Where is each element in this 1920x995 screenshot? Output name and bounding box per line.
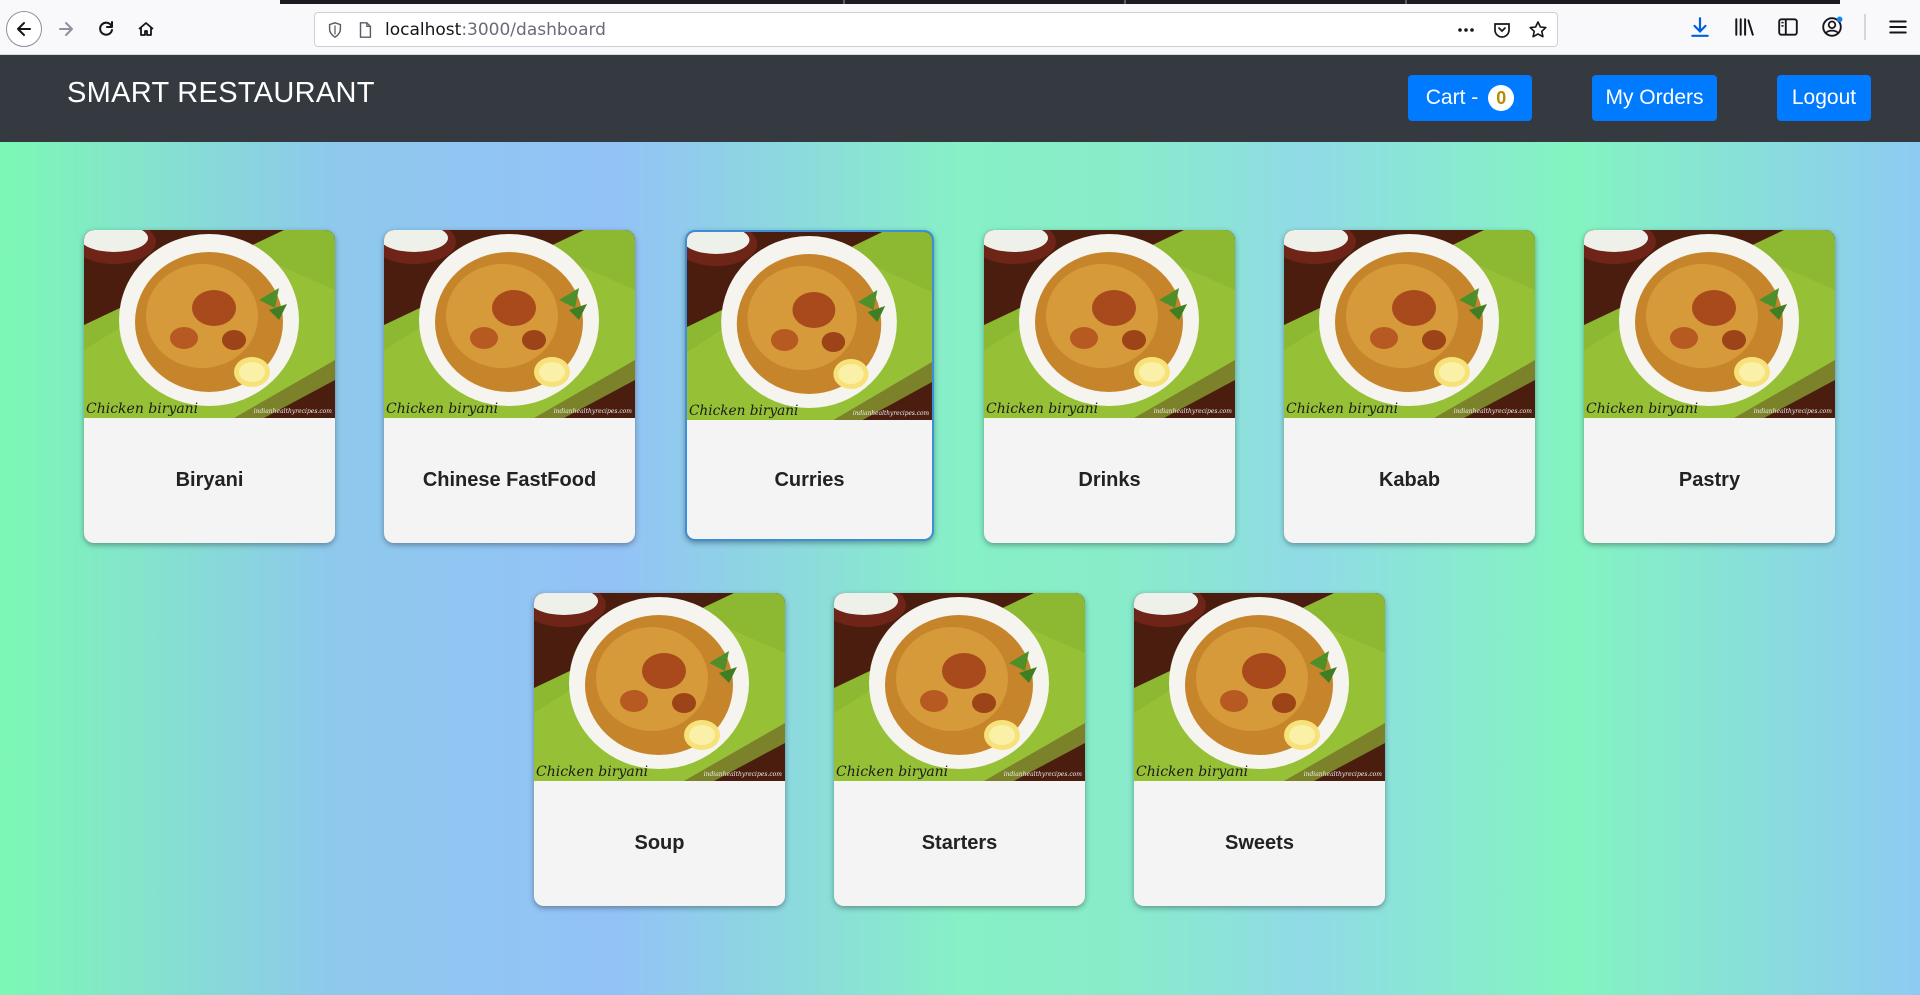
category-title: Chinese FastFood	[422, 469, 597, 491]
category-card-sweets[interactable]: Chicken biryani indianhealthyrecipes.com …	[1134, 593, 1385, 906]
back-button[interactable]	[6, 11, 42, 47]
image-caption: Chicken biryani	[689, 403, 798, 419]
cart-label: Cart -	[1425, 86, 1479, 109]
image-caption: Chicken biryani	[836, 764, 948, 780]
category-card-starters[interactable]: Chicken biryani indianhealthyrecipes.com …	[834, 593, 1085, 906]
category-image: Chicken biryani indianhealthyrecipes.com	[534, 593, 785, 781]
category-title: Starters	[921, 832, 998, 854]
biryani-photo: Chicken biryani indianhealthyrecipes.com	[834, 593, 1085, 781]
forward-button[interactable]	[48, 11, 84, 47]
image-caption: Chicken biryani	[1586, 401, 1698, 417]
biryani-photo: Chicken biryani indianhealthyrecipes.com	[534, 593, 785, 781]
category-card-chinese-fastfood[interactable]: Chicken biryani indianhealthyrecipes.com …	[384, 230, 635, 543]
category-image: Chicken biryani indianhealthyrecipes.com	[1134, 593, 1385, 781]
cart-count-badge: 0	[1488, 85, 1515, 111]
category-title: Sweets	[1225, 832, 1294, 854]
image-credit: indianhealthyrecipes.com	[1004, 771, 1083, 778]
home-icon	[138, 22, 154, 36]
tab-separator	[1405, 0, 1407, 4]
account-icon[interactable]	[1820, 15, 1844, 39]
cart-button[interactable]: Cart - 0	[1408, 75, 1532, 121]
image-credit: indianhealthyrecipes.com	[1454, 408, 1533, 415]
browser-toolbar: localhost:3000/dashboard	[0, 0, 1920, 55]
url-bar[interactable]: localhost:3000/dashboard	[314, 12, 1558, 47]
biryani-photo: Chicken biryani indianhealthyrecipes.com	[687, 232, 932, 420]
category-card-biryani[interactable]: Chicken biryani indianhealthyrecipes.com …	[84, 230, 335, 543]
category-image: Chicken biryani indianhealthyrecipes.com	[84, 230, 335, 418]
back-arrow-icon	[17, 22, 31, 36]
image-credit: indianhealthyrecipes.com	[853, 411, 930, 417]
app-navbar: SMART RESTAURANT Cart - 0 My Orders Logo…	[0, 55, 1920, 142]
category-image: Chicken biryani indianhealthyrecipes.com	[384, 230, 635, 418]
category-card-soup[interactable]: Chicken biryani indianhealthyrecipes.com …	[534, 593, 785, 906]
tab-strip	[280, 0, 1840, 4]
image-credit: indianhealthyrecipes.com	[254, 408, 333, 415]
category-image: Chicken biryani indianhealthyrecipes.com	[687, 232, 932, 420]
category-title: Curries	[774, 469, 845, 491]
biryani-photo: Chicken biryani indianhealthyrecipes.com	[1584, 230, 1835, 418]
pocket-icon[interactable]	[1491, 19, 1513, 41]
more-dots-icon[interactable]	[1455, 19, 1477, 41]
image-credit: indianhealthyrecipes.com	[554, 408, 633, 415]
reload-icon	[99, 21, 113, 36]
category-card-kabab[interactable]: Chicken biryani indianhealthyrecipes.com …	[1284, 230, 1535, 543]
tracking-shield-icon[interactable]	[325, 20, 345, 40]
category-card-curries[interactable]: Chicken biryani indianhealthyrecipes.com …	[685, 230, 934, 541]
tab-separator	[843, 0, 845, 4]
biryani-photo: Chicken biryani indianhealthyrecipes.com	[984, 230, 1235, 418]
image-credit: indianhealthyrecipes.com	[1754, 408, 1833, 415]
biryani-photo: Chicken biryani indianhealthyrecipes.com	[1134, 593, 1385, 781]
image-caption: Chicken biryani	[1136, 764, 1248, 780]
image-caption: Chicken biryani	[986, 401, 1098, 417]
image-caption: Chicken biryani	[386, 401, 498, 417]
toolbar-separator	[1864, 14, 1866, 40]
page-icon	[355, 20, 375, 40]
category-image: Chicken biryani indianhealthyrecipes.com	[1584, 230, 1835, 418]
image-caption: Chicken biryani	[536, 764, 648, 780]
url-text[interactable]: localhost:3000/dashboard	[385, 20, 606, 40]
category-title: Pastry	[1678, 469, 1741, 491]
logout-button[interactable]: Logout	[1777, 75, 1871, 121]
tab-separator	[1124, 0, 1126, 4]
my-orders-button[interactable]: My Orders	[1592, 75, 1717, 121]
category-grid: Chicken biryani indianhealthyrecipes.com …	[0, 142, 1920, 995]
category-title: Kabab	[1378, 469, 1441, 491]
image-caption: Chicken biryani	[1286, 401, 1398, 417]
biryani-photo: Chicken biryani indianhealthyrecipes.com	[1284, 230, 1535, 418]
category-image: Chicken biryani indianhealthyrecipes.com	[1284, 230, 1535, 418]
home-button[interactable]	[128, 11, 164, 47]
biryani-photo: Chicken biryani indianhealthyrecipes.com	[84, 230, 335, 418]
library-icon[interactable]	[1732, 15, 1756, 39]
category-title: Biryani	[175, 469, 244, 491]
category-image: Chicken biryani indianhealthyrecipes.com	[984, 230, 1235, 418]
biryani-photo: Chicken biryani indianhealthyrecipes.com	[384, 230, 635, 418]
category-card-pastry[interactable]: Chicken biryani indianhealthyrecipes.com …	[1584, 230, 1835, 543]
image-credit: indianhealthyrecipes.com	[1304, 771, 1383, 778]
brand-title[interactable]: SMART RESTAURANT	[67, 77, 375, 110]
forward-arrow-icon	[59, 22, 73, 36]
image-credit: indianhealthyrecipes.com	[1154, 408, 1233, 415]
url-path: :3000/dashboard	[461, 19, 606, 40]
reload-button[interactable]	[88, 11, 124, 47]
image-credit: indianhealthyrecipes.com	[704, 771, 783, 778]
download-icon[interactable]	[1688, 15, 1712, 39]
category-card-drinks[interactable]: Chicken biryani indianhealthyrecipes.com …	[984, 230, 1235, 543]
hamburger-menu-icon[interactable]	[1886, 15, 1910, 39]
sidebar-icon[interactable]	[1776, 15, 1800, 39]
category-image: Chicken biryani indianhealthyrecipes.com	[834, 593, 1085, 781]
url-host: localhost	[385, 19, 462, 40]
image-caption: Chicken biryani	[86, 401, 198, 417]
category-title: Drinks	[1078, 469, 1141, 491]
category-title: Soup	[634, 832, 685, 854]
star-icon[interactable]	[1527, 19, 1549, 41]
